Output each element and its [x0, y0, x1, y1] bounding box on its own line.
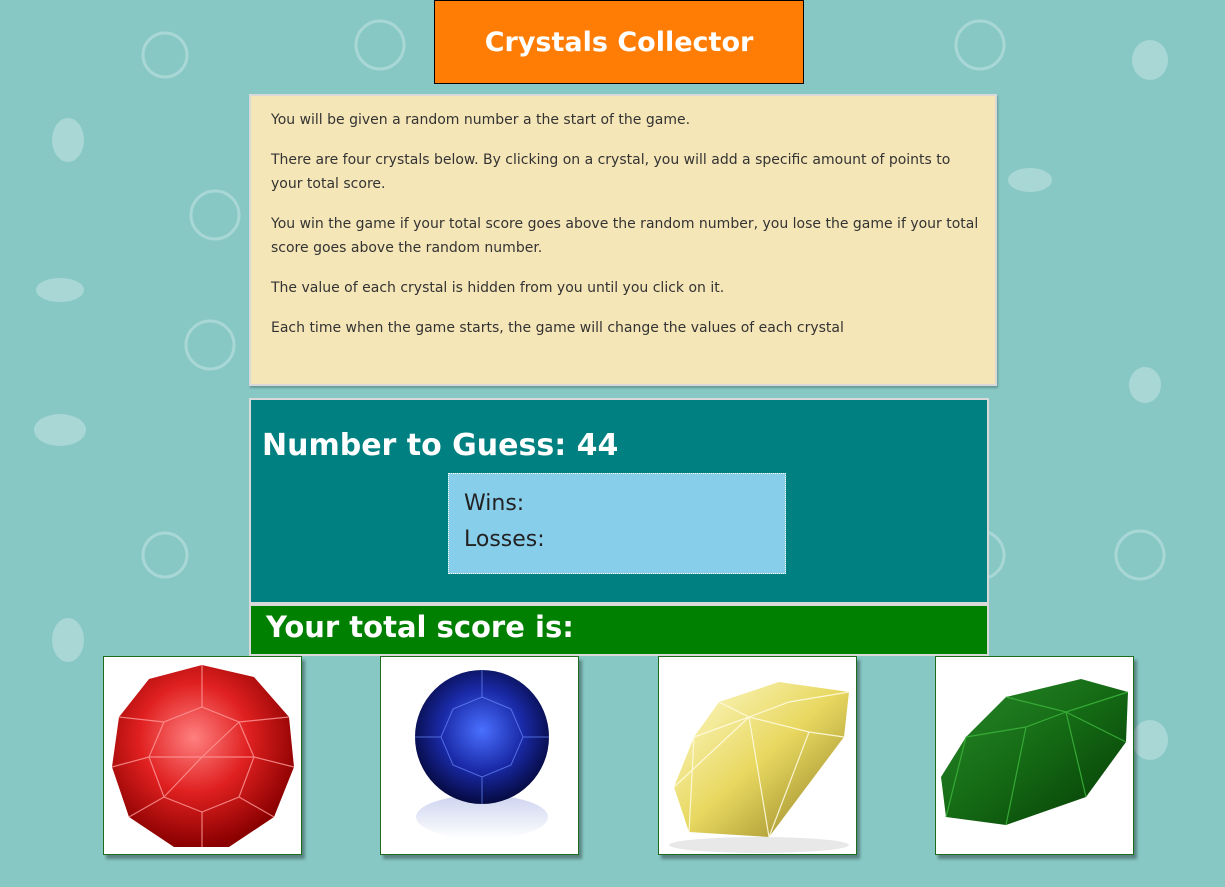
blue-crystal-button[interactable] — [380, 656, 579, 855]
guess-panel: Number to Guess: 44 Wins: Losses: — [249, 398, 989, 604]
total-score-bar: Your total score is: — [249, 604, 989, 656]
instruction-text: The value of each crystal is hidden from… — [271, 280, 725, 296]
green-crystal-icon — [941, 679, 1129, 826]
title-banner: Crystals Collector — [434, 0, 804, 84]
total-score-label: Your total score is: — [266, 610, 574, 644]
instruction-text: You will be given a random number a the … — [271, 112, 691, 128]
green-crystal-button[interactable] — [935, 656, 1134, 855]
instructions-panel: You will be given a random number a the … — [249, 94, 997, 386]
blue-crystal-icon — [415, 670, 549, 839]
page-title: Crystals Collector — [484, 26, 754, 58]
yellow-crystal-icon — [669, 682, 850, 853]
wins-losses-box: Wins: Losses: — [448, 473, 786, 574]
number-to-guess: Number to Guess: 44 — [262, 428, 619, 463]
losses-label: Losses: — [464, 527, 545, 552]
instruction-text: You win the game if your total score goe… — [271, 216, 979, 256]
red-crystal-icon — [111, 665, 295, 847]
wins-label: Wins: — [464, 491, 525, 516]
red-crystal-button[interactable] — [103, 656, 302, 855]
instruction-text: There are four crystals below. By clicki… — [271, 152, 951, 192]
instruction-text: Each time when the game starts, the game… — [271, 320, 844, 336]
yellow-crystal-button[interactable] — [658, 656, 857, 855]
